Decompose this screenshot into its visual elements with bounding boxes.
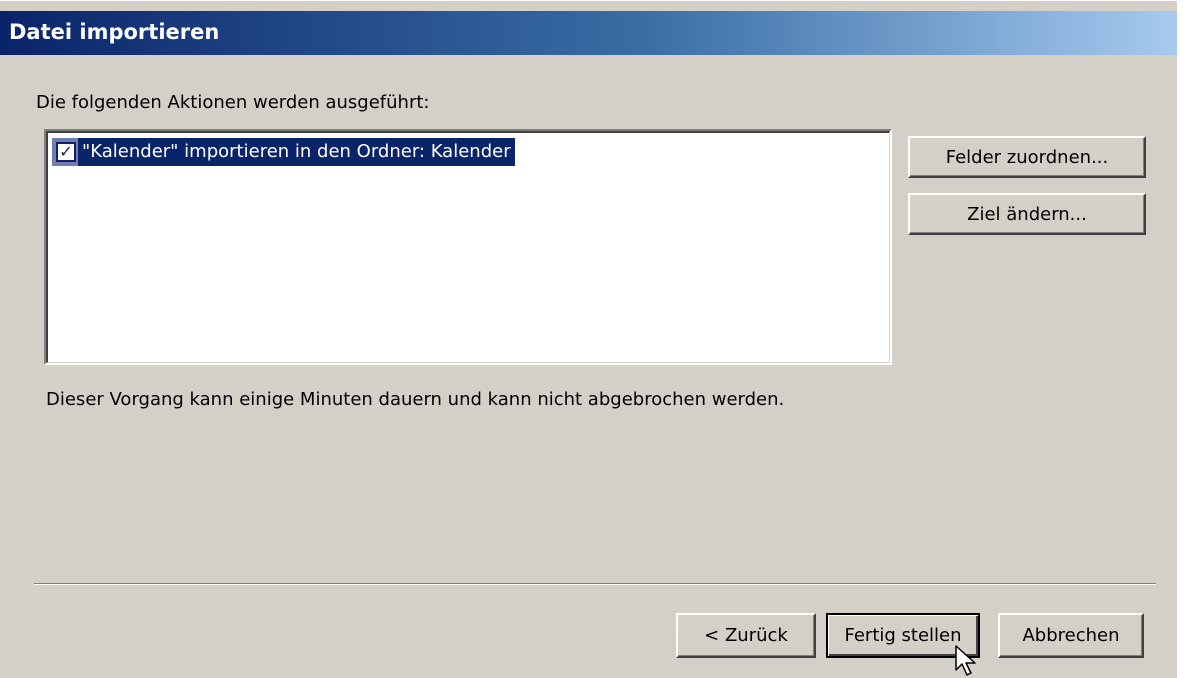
import-dialog: Datei importieren Die folgenden Aktionen… — [0, 0, 1177, 678]
dialog-title: Datei importieren — [9, 20, 220, 44]
cancel-button[interactable]: Abbrechen — [998, 613, 1144, 658]
list-item[interactable]: ✓ "Kalender" importieren in den Ordner: … — [52, 138, 515, 166]
action-item-text: "Kalender" importieren in den Ordner: Ka… — [78, 138, 515, 166]
actions-label: Die folgenden Aktionen werden ausgeführt… — [36, 92, 430, 113]
change-destination-button[interactable]: Ziel ändern... — [908, 193, 1146, 235]
map-fields-button[interactable]: Felder zuordnen... — [908, 136, 1146, 178]
checkmark-icon: ✓ — [59, 142, 73, 161]
footer-separator — [34, 583, 1156, 585]
duration-note: Dieser Vorgang kann einige Minuten dauer… — [46, 389, 785, 410]
back-button[interactable]: < Zurück — [676, 613, 816, 658]
action-checkbox[interactable]: ✓ — [52, 138, 80, 166]
actions-list[interactable]: ✓ "Kalender" importieren in den Ordner: … — [44, 129, 892, 365]
arrow-cursor-icon — [955, 645, 976, 676]
